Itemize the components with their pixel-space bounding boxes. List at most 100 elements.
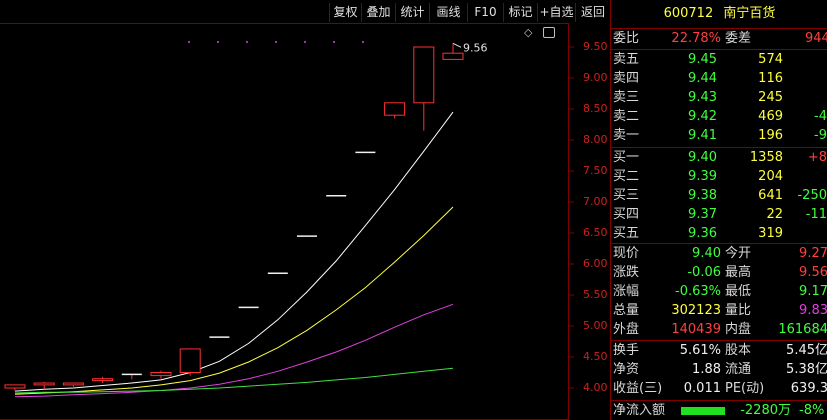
quote-panel: 600712 南宁百货 委比 22.78% 委差 944 卖五 9.45 574 卖四… — [610, 0, 827, 420]
stat-value: -0.06 — [687, 265, 721, 280]
top-dot — [246, 41, 248, 43]
order-volume: 641 — [758, 188, 783, 203]
stat-row: 净资 1.88 流通 5.38亿 — [611, 360, 827, 380]
net-inflow-value: -2280万 — [740, 403, 791, 418]
order-price: 9.36 — [688, 226, 717, 241]
order-price: 9.41 — [688, 128, 717, 143]
stat-value: 5.38亿 — [786, 362, 827, 377]
weicha-value: 944 — [805, 31, 827, 46]
stat-value: 0.011 — [683, 381, 721, 396]
stat-row: 涨跌 -0.06 最高 9.56 — [611, 263, 827, 283]
top-dot — [188, 41, 190, 43]
order-change: -9 — [814, 128, 827, 143]
order-price: 9.39 — [688, 169, 717, 184]
order-price: 9.44 — [688, 71, 717, 86]
stat-value: 9.17 — [799, 284, 827, 299]
weibi-label: 委比 — [613, 31, 640, 46]
order-label: 买三 — [613, 188, 640, 203]
stock-name: 南宁百货 — [723, 6, 776, 21]
candle-body — [413, 46, 435, 104]
buy-row-1[interactable]: 买一 9.40 1358 +8 — [611, 148, 827, 168]
order-change: -4 — [814, 109, 827, 124]
top-dot — [304, 41, 306, 43]
sell-row-1[interactable]: 卖一 9.41 196 -9 — [611, 126, 827, 146]
candle-body — [384, 102, 406, 116]
order-change: -11 — [805, 207, 827, 222]
stat-label: 涨幅 — [613, 284, 640, 299]
high-arrow — [452, 42, 462, 48]
ma60-line — [14, 367, 454, 394]
stat-value: 5.45亿 — [786, 343, 827, 358]
stat-label: 外盘 — [613, 322, 640, 337]
stat-label: 流通 — [725, 362, 752, 377]
order-price: 9.43 — [688, 90, 717, 105]
y-tick-label: 7.50 — [583, 164, 608, 177]
stat-value: -0.63% — [675, 284, 721, 299]
order-volume: 245 — [758, 90, 783, 105]
y-tick-label: 9.50 — [583, 40, 608, 53]
weibi-row: 委比 22.78% 委差 944 — [611, 29, 827, 49]
order-price: 9.37 — [688, 207, 717, 222]
candle-body — [62, 382, 84, 386]
y-tick-label: 8.00 — [583, 133, 608, 146]
sell-row-2[interactable]: 卖二 9.42 469 -4 — [611, 107, 827, 127]
buy-row-2[interactable]: 买二 9.39 204 — [611, 167, 827, 187]
order-volume: 22 — [766, 207, 783, 222]
stat-label: 今开 — [725, 246, 752, 261]
stat-label: 最低 — [725, 284, 752, 299]
kline-svg: 9.56 — [4, 41, 574, 398]
stat-label: 净资 — [613, 362, 640, 377]
order-price: 9.40 — [688, 150, 717, 165]
stat-value: 639.3 — [790, 381, 827, 396]
kline-chart-area[interactable]: 复权 叠加 统计 画线 F10 标记 +自选 返回 ◇ 9.56 9.50 9.0… — [0, 0, 610, 420]
buy-row-4[interactable]: 买四 9.37 22 -11 — [611, 205, 827, 225]
stat-label: 最高 — [725, 265, 752, 280]
net-inflow-label: 净流入额 — [613, 403, 666, 418]
y-tick-label: 5.00 — [583, 319, 608, 332]
order-volume: 196 — [758, 128, 783, 143]
stock-code: 600712 — [663, 6, 714, 21]
top-dot — [275, 41, 277, 43]
stat-label: 内盘 — [725, 322, 752, 337]
sell-row-4[interactable]: 卖四 9.44 116 — [611, 69, 827, 89]
y-tick-label: 4.50 — [583, 350, 608, 363]
stat-value: 9.27 — [799, 246, 827, 261]
order-volume: 1358 — [749, 150, 783, 165]
stat-label: 总量 — [613, 303, 640, 318]
order-label: 买五 — [613, 226, 640, 241]
order-price: 9.45 — [688, 52, 717, 67]
stat-label: 股本 — [725, 343, 752, 358]
ma5-line — [14, 111, 454, 392]
candle-body — [442, 52, 464, 60]
stat-label: 现价 — [613, 246, 640, 261]
order-volume: 469 — [758, 109, 783, 124]
stat-row: 总量 302123 量比 9.83 — [611, 301, 827, 321]
stock-header[interactable]: 600712 南宁百货 — [611, 3, 827, 29]
order-volume: 574 — [758, 52, 783, 67]
stat-row: 收益(三) 0.011 PE(动) 639.3 — [611, 379, 827, 399]
sell-row-5[interactable]: 卖五 9.45 574 — [611, 50, 827, 70]
stat-value: 1.88 — [692, 362, 721, 377]
y-tick-label: 7.00 — [583, 195, 608, 208]
order-change: +8 — [807, 150, 827, 165]
stat-row: 换手 5.61% 股本 5.45亿 — [611, 341, 827, 361]
y-tick-label: 8.50 — [583, 102, 608, 115]
order-label: 卖二 — [613, 109, 640, 124]
net-inflow-row: 净流入额 -2280万 -8% — [611, 401, 827, 420]
order-volume: 319 — [758, 226, 783, 241]
stat-value: 9.56 — [799, 265, 827, 280]
stat-value: 9.40 — [692, 246, 721, 261]
buy-row-3[interactable]: 买三 9.38 641 -250 — [611, 186, 827, 206]
order-label: 买二 — [613, 169, 640, 184]
net-inflow-pct: -8% — [799, 403, 825, 418]
sell-row-3[interactable]: 卖三 9.43 245 — [611, 88, 827, 108]
stat-label: 量比 — [725, 303, 752, 318]
candle-body — [4, 384, 26, 389]
buy-row-5[interactable]: 买五 9.36 319 — [611, 224, 827, 244]
order-volume: 204 — [758, 169, 783, 184]
order-label: 卖一 — [613, 128, 640, 143]
order-price: 9.42 — [688, 109, 717, 124]
top-dot — [333, 41, 335, 43]
order-change: -250 — [797, 188, 827, 203]
net-inflow-bar — [681, 407, 725, 415]
